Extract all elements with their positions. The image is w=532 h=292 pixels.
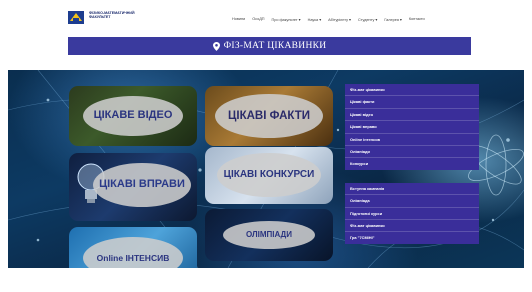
nav-item-student[interactable]: Студенту ▾ [358, 17, 377, 22]
nav-item-applicant[interactable]: Абітурієнту ▾ [328, 17, 351, 22]
tile-facts-label: ЦІКАВІ ФАКТИ [215, 94, 323, 138]
nav-item-about[interactable]: Про факультет ▾ [272, 17, 301, 22]
menu-item-exercises[interactable]: Цікаві вправи [345, 121, 479, 134]
page-title-banner: ФІЗ-МАТ ЦІКАВИНКИ [68, 37, 471, 55]
menu-item-online[interactable]: Online інтенсив [345, 134, 479, 146]
main-nav: Новини ОсоДП Про факультет ▾ Наука ▾ Абі… [232, 17, 425, 22]
menu-item-prep-courses[interactable]: Підготовчі курси [345, 208, 479, 220]
site-header: ФІЗИКО-МАТЕМАТИЧНИЙ ФАКУЛЬТЕТ Новини Осо… [0, 0, 532, 36]
menu-item-fizmat-2[interactable]: Фіз-мат цікавинки [345, 220, 479, 233]
map-pin-icon [212, 41, 220, 51]
nav-item-news[interactable]: Новини [232, 17, 245, 22]
nav-item-contacts[interactable]: Контакти [409, 17, 425, 22]
tile-interesting-video[interactable]: ЦІКАВЕ ВІДЕО [69, 86, 197, 146]
side-menu-group-2: Вступна кампанія Олімпіада Підготовчі ку… [345, 182, 479, 244]
side-menu: Фіз-мат цікавинки Цікаві факти Цікаві ві… [345, 84, 479, 257]
tile-exercises-label: ЦІКАВІ ВПРАВИ [93, 163, 191, 207]
faculty-logo[interactable] [68, 11, 84, 24]
tile-interesting-facts[interactable]: ЦІКАВІ ФАКТИ [205, 86, 333, 146]
menu-item-contests[interactable]: Конкурси [345, 158, 479, 169]
hero-section: ЦІКАВЕ ВІДЕО ЦІКАВІ ФАКТИ ЦІКАВІ ВПРАВИ … [8, 70, 524, 268]
tile-online-label: Online ІНТЕНСИВ [83, 237, 183, 268]
nav-item-gallery[interactable]: Галерея ▾ [384, 17, 402, 22]
tile-olympiads-label: ОЛІМПІАДИ [223, 221, 315, 249]
nav-item-osodp[interactable]: ОсоДП [252, 17, 264, 22]
faculty-name: ФІЗИКО-МАТЕМАТИЧНИЙ ФАКУЛЬТЕТ [89, 11, 135, 19]
page-title: ФІЗ-МАТ ЦІКАВИНКИ [223, 41, 327, 51]
tile-interesting-contests[interactable]: ЦІКАВІ КОНКУРСИ [205, 147, 333, 204]
menu-item-facts[interactable]: Цікаві факти [345, 96, 479, 109]
menu-item-olympiad[interactable]: Олімпіада [345, 195, 479, 208]
menu-item-video[interactable]: Цікаві відео [345, 109, 479, 122]
menu-item-fizmat[interactable]: Фіз-мат цікавинки [345, 84, 479, 97]
tile-interesting-exercises[interactable]: ЦІКАВІ ВПРАВИ [69, 153, 197, 221]
menu-item-olympiads[interactable]: Олімпіади [345, 146, 479, 159]
tile-video-label: ЦІКАВЕ ВІДЕО [83, 96, 183, 136]
menu-item-admission[interactable]: Вступна кампанія [345, 183, 479, 196]
menu-item-game[interactable]: Гра "7СМІНІ" [345, 232, 479, 243]
tile-online-intensive[interactable]: Online ІНТЕНСИВ [69, 227, 197, 268]
side-menu-group-1: Фіз-мат цікавинки Цікаві факти Цікаві ві… [345, 84, 479, 170]
tile-contests-label: ЦІКАВІ КОНКУРСИ [217, 153, 321, 197]
nav-item-science[interactable]: Наука ▾ [308, 17, 322, 22]
tile-olympiads[interactable]: ОЛІМПІАДИ [205, 209, 333, 261]
